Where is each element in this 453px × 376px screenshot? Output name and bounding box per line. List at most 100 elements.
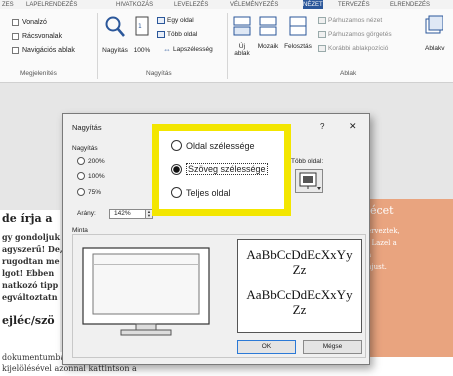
egy-oldal-button[interactable]: Egy oldal bbox=[157, 17, 194, 24]
parhuzamos-nezet-label: Párhuzamos nézet bbox=[328, 17, 383, 24]
new-window-icon bbox=[233, 16, 251, 36]
ablakvaltas-button[interactable]: Ablakv bbox=[425, 15, 453, 52]
checkbox-box[interactable] bbox=[12, 47, 19, 54]
tile-icon bbox=[259, 16, 277, 36]
radio-200-label: 200% bbox=[88, 157, 105, 165]
parhuzamos-nezet-button[interactable]: Párhuzamos nézet bbox=[318, 17, 382, 24]
racsvonalak-label: Rácsvonalak bbox=[22, 33, 63, 40]
radio-100-label: 100% bbox=[88, 172, 105, 180]
radio-selected-circle[interactable] bbox=[171, 163, 182, 175]
korabbi-ablakpozicio-button[interactable]: Korábbi ablakpozíció bbox=[318, 45, 388, 52]
split-icon bbox=[289, 16, 307, 36]
tab-nezet[interactable]: NÉZET bbox=[303, 0, 323, 9]
racsvonalak-checkbox[interactable]: Rácsvonalak bbox=[12, 33, 62, 40]
group-label-nagyitas: Nagyítás bbox=[146, 70, 172, 77]
orange-line: erveztek, bbox=[367, 227, 400, 235]
radio-oldal-szelessege[interactable]: Oldal szélessége bbox=[171, 140, 255, 151]
divider bbox=[97, 13, 98, 79]
nagyitas-label: Nagyítás bbox=[102, 47, 128, 54]
vonalzo-checkbox[interactable]: Vonalzó bbox=[12, 19, 47, 26]
magnifier-icon bbox=[105, 16, 125, 37]
arany-label: Arány: bbox=[77, 210, 96, 217]
doc-line: kijelölésével azonnal kattintson a bbox=[2, 364, 137, 373]
uj-ablak-button[interactable]: Új ablak bbox=[231, 15, 253, 57]
monitor-pages-icon bbox=[299, 172, 321, 190]
mozaik-button[interactable]: Mozaik bbox=[255, 15, 281, 50]
doc-line: gy gondoljuk bbox=[2, 232, 60, 242]
radio-200[interactable]: 200% bbox=[77, 157, 105, 165]
ok-button[interactable]: OK bbox=[237, 340, 296, 354]
radio-75-label: 75% bbox=[88, 188, 102, 196]
egy-oldal-label: Egy oldal bbox=[167, 17, 194, 24]
tab-hivatkozas[interactable]: HIVATKOZÁS bbox=[116, 1, 153, 8]
korabbi-label: Korábbi ablakpozíció bbox=[328, 45, 389, 52]
radio-teljes-oldal[interactable]: Teljes oldal bbox=[171, 187, 231, 198]
radio-circle[interactable] bbox=[77, 157, 85, 165]
tab-lapelrendezes[interactable]: LAPELRENDEZÉS bbox=[26, 1, 77, 8]
ribbon-tabs: ZES LAPELRENDEZÉS HIVATKOZÁS LEVELEZÉS V… bbox=[0, 0, 453, 9]
sample-line: Zz bbox=[292, 302, 307, 317]
reset-position-icon bbox=[318, 45, 326, 52]
svg-text:1: 1 bbox=[138, 23, 142, 30]
minta-label: Minta bbox=[72, 227, 88, 234]
lapszelesseg-label: Lapszélesség bbox=[173, 46, 213, 53]
doc-heading-2: ejléc/szö bbox=[2, 314, 55, 327]
radio-circle[interactable] bbox=[171, 187, 182, 198]
tobb-oldal-label: Több oldal: bbox=[291, 158, 324, 165]
tobb-oldal-label: Több oldal bbox=[167, 31, 198, 38]
close-icon[interactable]: ✕ bbox=[349, 121, 357, 132]
navigacios-checkbox[interactable]: Navigációs ablak bbox=[12, 47, 75, 54]
tab-levelezes[interactable]: LEVELEZÉS bbox=[174, 1, 208, 8]
radio-circle[interactable] bbox=[171, 140, 182, 151]
page-100-icon: 1 bbox=[135, 16, 149, 36]
doc-line: lgot! Ebben bbox=[2, 268, 55, 278]
checkbox-box[interactable] bbox=[12, 19, 19, 26]
doc-line: rugodtan me bbox=[2, 256, 60, 266]
page-width-icon: ⇔ bbox=[163, 45, 171, 54]
highlight-callout: Oldal szélessége Szöveg szélessége Telje… bbox=[152, 124, 291, 216]
ribbon: Vonalzó Rácsvonalak Navigációs ablak Meg… bbox=[0, 9, 453, 83]
tab-elrendezes[interactable]: ELRENDEZÉS bbox=[390, 1, 430, 8]
dialog-title: Nagyítás bbox=[72, 123, 102, 132]
tab-tervezes[interactable]: TERVEZÉS bbox=[338, 1, 370, 8]
divider bbox=[227, 13, 228, 79]
tobb-oldal-button[interactable]: Több oldal bbox=[157, 31, 197, 38]
vonalzo-label: Vonalzó bbox=[22, 19, 47, 26]
doc-line: natkozó tipp bbox=[2, 280, 59, 290]
zoom-100-button[interactable]: 1 100% bbox=[130, 15, 154, 54]
checkbox-box[interactable] bbox=[12, 33, 19, 40]
one-page-icon bbox=[157, 17, 165, 24]
nagyitas-button[interactable]: Nagyítás bbox=[101, 15, 129, 54]
sample-text-preview: AaBbCcDdEcXxYy Zz AaBbCcDdEcXxYy Zz bbox=[237, 239, 362, 333]
multi-page-icon bbox=[157, 31, 165, 38]
zoom-percent-input[interactable]: 142% bbox=[109, 209, 147, 219]
uj-ablak-label: Új ablak bbox=[234, 43, 250, 57]
radio-circle[interactable] bbox=[77, 172, 85, 180]
help-icon[interactable]: ? bbox=[320, 122, 324, 131]
tab-velemenyezes[interactable]: VÉLEMÉNYEZÉS bbox=[230, 1, 278, 8]
mozaik-label: Mozaik bbox=[257, 43, 279, 50]
parhuzamos-gorgetes-button[interactable]: Párhuzamos görgetés bbox=[318, 31, 392, 38]
cancel-button[interactable]: Mégse bbox=[303, 340, 362, 354]
felosztas-button[interactable]: Felosztás bbox=[282, 15, 314, 50]
ablakv-label: Ablakv bbox=[425, 45, 445, 52]
lapszelesseg-button[interactable]: ⇔ Lapszélesség bbox=[163, 45, 213, 54]
navigacios-label: Navigációs ablak bbox=[22, 47, 75, 54]
tab-zes[interactable]: ZES bbox=[2, 1, 14, 8]
zoom-100-label: 100% bbox=[133, 47, 151, 54]
doc-line: egváltoztatn bbox=[2, 292, 58, 302]
szoveg-szelessege-label: Szöveg szélessége bbox=[186, 163, 268, 175]
multi-page-picker-button[interactable] bbox=[295, 169, 323, 193]
group-label-ablak: Ablak bbox=[340, 70, 357, 77]
radio-szoveg-szelessege[interactable]: Szöveg szélessége bbox=[171, 163, 268, 175]
orange-title: écet bbox=[370, 204, 394, 217]
sample-line: Zz bbox=[292, 262, 307, 277]
sample-line: AaBbCcDdEcXxYy bbox=[246, 287, 353, 302]
sample-line: AaBbCcDdEcXxYy bbox=[246, 247, 353, 262]
sync-scroll-icon bbox=[318, 31, 326, 38]
radio-100[interactable]: 100% bbox=[77, 172, 105, 180]
monitor-preview-icon bbox=[82, 247, 210, 336]
radio-75[interactable]: 75% bbox=[77, 188, 101, 196]
radio-circle[interactable] bbox=[77, 188, 85, 196]
parhuzamos-gorgetes-label: Párhuzamos görgetés bbox=[328, 31, 392, 38]
